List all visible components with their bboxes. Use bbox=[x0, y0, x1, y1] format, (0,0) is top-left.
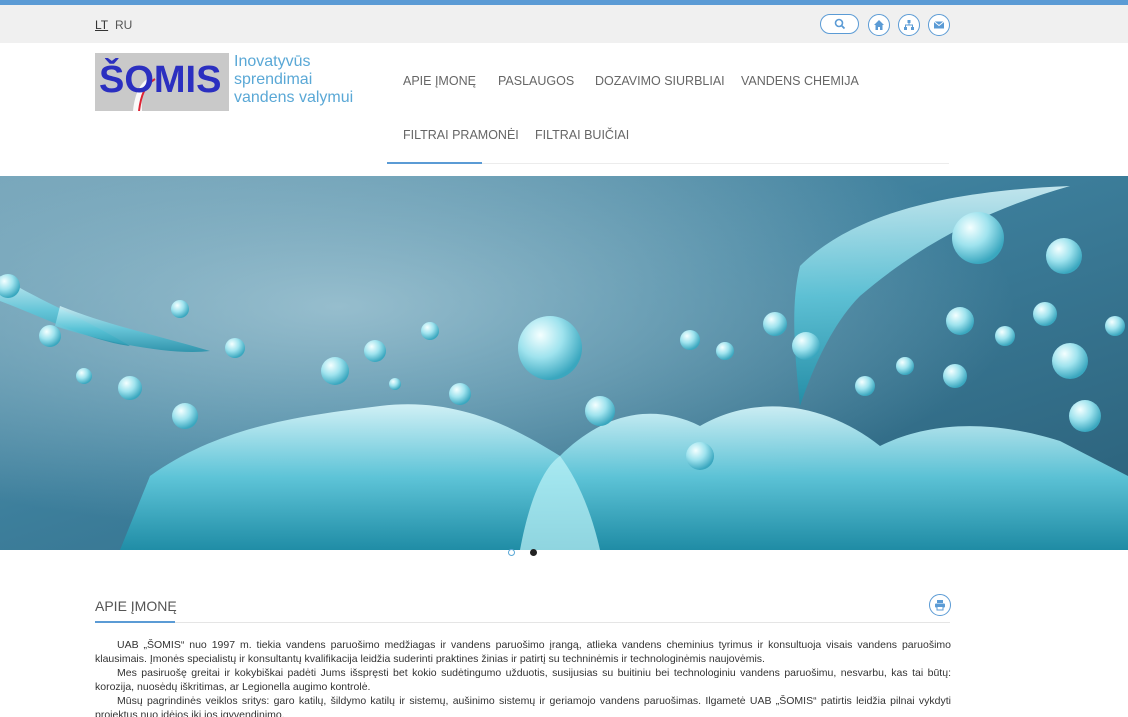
language-ru-link[interactable]: RU bbox=[115, 18, 132, 32]
nav-item-apie-imone[interactable]: APIE ĮMONĘ bbox=[403, 74, 476, 88]
nav-item-filtrai-pramonei[interactable]: FILTRAI PRAMONĖI bbox=[403, 128, 519, 142]
top-bar: LT RU bbox=[0, 5, 1128, 43]
site-logo[interactable]: ŠOMIS bbox=[95, 53, 229, 111]
slider-dot-active[interactable] bbox=[530, 549, 537, 556]
search-icon bbox=[834, 18, 846, 30]
mail-button[interactable] bbox=[928, 14, 950, 36]
water-splash-image bbox=[0, 176, 1128, 550]
section-title: APIE ĮMONĘ bbox=[95, 598, 177, 614]
home-icon bbox=[874, 20, 884, 30]
site-tagline: Inovatyvūs sprendimai vandens valymui bbox=[234, 53, 384, 107]
section-title-underline bbox=[95, 621, 175, 623]
nav-item-filtrai-buiciai[interactable]: FILTRAI BUIČIAI bbox=[535, 128, 629, 142]
section-body: UAB „ŠOMIS“ nuo 1997 m. tiekia vandens p… bbox=[95, 638, 951, 717]
home-button[interactable] bbox=[868, 14, 890, 36]
print-button[interactable] bbox=[929, 594, 951, 616]
tagline-line: Inovatyvūs bbox=[234, 53, 311, 70]
mail-icon bbox=[933, 21, 945, 29]
sitemap-button[interactable] bbox=[898, 14, 920, 36]
language-lt-link[interactable]: LT bbox=[95, 18, 108, 32]
body-paragraph: Mes pasiruošę greitai ir kokybiškai padė… bbox=[95, 667, 951, 693]
hero-slider-image[interactable] bbox=[0, 176, 1128, 550]
nav-item-dozavimo-siurbliai[interactable]: DOZAVIMO SIURBLIAI bbox=[595, 74, 725, 88]
nav-active-underline bbox=[387, 162, 482, 164]
slider-dot[interactable] bbox=[508, 549, 515, 556]
print-icon bbox=[935, 600, 945, 611]
body-paragraph: UAB „ŠOMIS“ nuo 1997 m. tiekia vandens p… bbox=[95, 639, 951, 665]
body-paragraph: Mūsų pagrindinės veiklos sritys: garo ka… bbox=[95, 695, 951, 717]
sitemap-icon bbox=[904, 20, 914, 30]
logo-text: ŠOMIS bbox=[99, 59, 222, 101]
tagline-line: sprendimai bbox=[234, 71, 313, 88]
nav-item-vandens-chemija[interactable]: VANDENS CHEMIJA bbox=[741, 74, 859, 88]
search-button[interactable] bbox=[820, 14, 859, 34]
nav-item-paslaugos[interactable]: PASLAUGOS bbox=[498, 74, 574, 88]
tagline-line: vandens valymui bbox=[234, 89, 354, 106]
section-divider bbox=[95, 622, 950, 623]
